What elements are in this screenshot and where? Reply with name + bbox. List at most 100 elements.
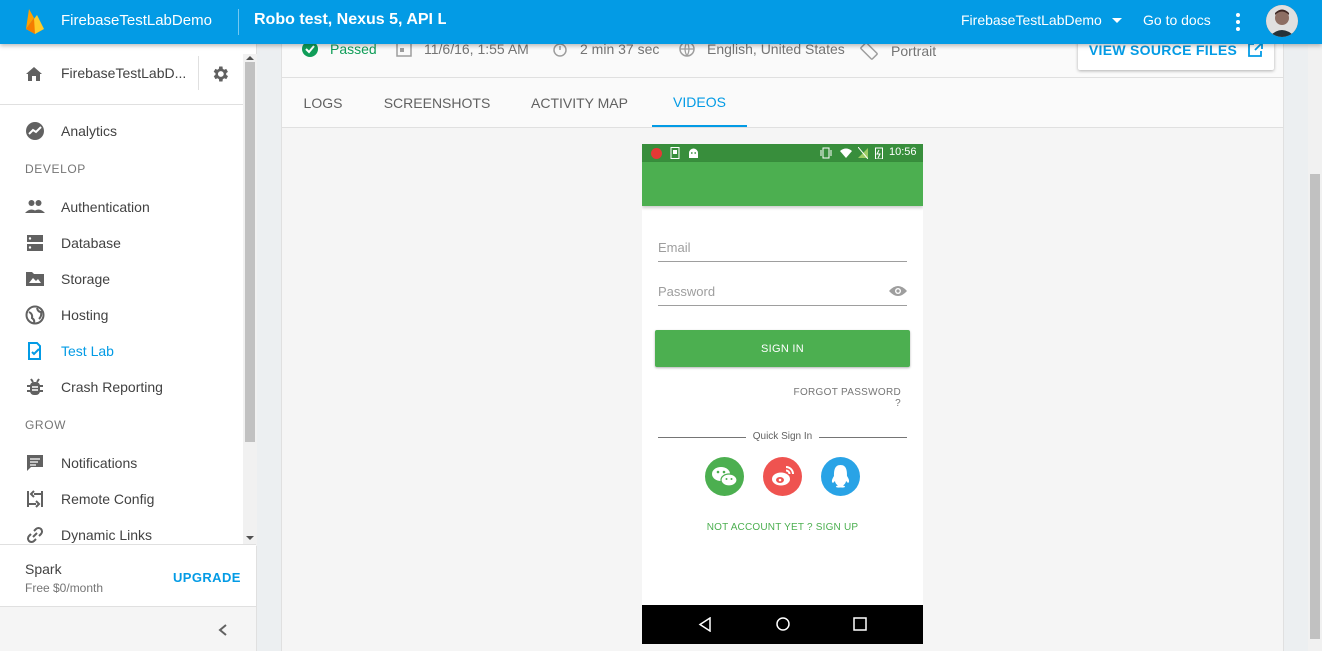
upgrade-button[interactable]: UPGRADE [173, 570, 241, 585]
sidebar-item-authentication[interactable]: Authentication [0, 189, 243, 225]
analytics-icon [26, 122, 44, 140]
remote-config-icon [27, 490, 43, 508]
device-nav-bar [642, 605, 923, 644]
email-field[interactable]: Email [658, 236, 907, 262]
view-source-files-label: VIEW SOURCE FILES [1088, 42, 1238, 58]
test-lab-icon [28, 342, 41, 360]
page-scrollbar[interactable] [1308, 44, 1322, 651]
battery-icon [875, 147, 883, 159]
wifi-icon [840, 148, 852, 158]
plan-price: Free $0/month [25, 581, 104, 595]
device-clock: 10:56 [889, 146, 917, 158]
sidebar-collapse-bar[interactable] [0, 606, 256, 651]
qq-icon [831, 465, 850, 488]
quick-sign-in-label: Quick Sign In [752, 431, 813, 442]
link-icon [26, 526, 44, 544]
sidebar-item-analytics[interactable]: Analytics [0, 113, 243, 149]
vibrate-icon [820, 147, 832, 159]
app-name[interactable]: FirebaseTestLabDemo [61, 12, 212, 29]
test-result-card: Passed 11/6/16, 1:55 AM 2 min 37 sec Eng… [281, 30, 1284, 651]
qq-button[interactable] [821, 457, 860, 496]
go-to-docs-link[interactable]: Go to docs [1143, 12, 1211, 28]
sidebar-item-label: Notifications [61, 455, 138, 471]
forgot-password-link[interactable]: FORGOT PASSWORD ? [792, 387, 901, 409]
device-app-bar [642, 162, 923, 206]
globe-icon [25, 305, 45, 325]
home-icon[interactable] [25, 65, 43, 83]
screen-rotation-icon [860, 42, 878, 60]
top-app-bar: FirebaseTestLabDemo Robo test, Nexus 5, … [0, 0, 1322, 44]
gear-icon[interactable] [210, 64, 230, 84]
sidebar-item-label: Authentication [61, 199, 150, 215]
sidebar-item-test-lab[interactable]: Test Lab [0, 333, 243, 369]
test-orientation-text: Portrait [891, 43, 937, 59]
section-develop: DEVELOP [25, 162, 86, 176]
password-field[interactable]: Password [658, 280, 907, 306]
avatar[interactable] [1266, 5, 1298, 37]
device-icon [670, 147, 680, 159]
sidebar-project-name[interactable]: FirebaseTestLabD... [61, 65, 186, 81]
tab-screenshots[interactable]: SCREENSHOTS [382, 78, 492, 127]
sidebar-item-label: Test Lab [61, 343, 114, 359]
plan-name: Spark [25, 561, 62, 577]
sidebar-item-label: Crash Reporting [61, 379, 163, 395]
tab-videos[interactable]: VIDEOS [652, 78, 747, 127]
sign-in-button[interactable]: SIGN IN [655, 330, 910, 367]
storage-icon [26, 272, 44, 286]
recents-icon[interactable] [853, 617, 867, 631]
sidebar-item-remote-config[interactable]: Remote Config [0, 481, 243, 517]
sidebar-item-database[interactable]: Database [0, 225, 243, 261]
scroll-down-icon[interactable] [246, 536, 254, 540]
message-icon [27, 455, 43, 471]
result-tabs: LOGS SCREENSHOTS ACTIVITY MAP VIDEOS [282, 78, 1283, 128]
database-icon [27, 235, 43, 251]
sidebar-item-label: Analytics [61, 123, 118, 139]
test-orientation: Portrait [859, 41, 936, 61]
page-scrollbar-thumb[interactable] [1310, 174, 1320, 639]
scroll-up-icon[interactable] [246, 56, 254, 60]
sidebar-item-label: Hosting [61, 307, 109, 323]
sidebar-item-notifications[interactable]: Notifications [0, 445, 243, 481]
sidebar-item-crash-reporting[interactable]: Crash Reporting [0, 369, 243, 405]
wechat-icon [712, 467, 738, 487]
signal-icon [858, 147, 868, 159]
sidebar-item-storage[interactable]: Storage [0, 261, 243, 297]
more-vert-icon[interactable] [1230, 12, 1246, 32]
record-indicator-icon [651, 148, 662, 159]
wechat-button[interactable] [705, 457, 744, 496]
sidebar-item-label: Storage [61, 271, 111, 287]
home-circle-icon[interactable] [775, 616, 791, 632]
plan-panel: Spark Free $0/month UPGRADE [0, 544, 256, 606]
chevron-left-icon[interactable] [217, 623, 229, 637]
device-video-frame[interactable]: 10:56 Email Password SIGN IN FORGOT PASS… [642, 144, 923, 644]
weibo-button[interactable] [763, 457, 802, 496]
page-title: Robo test, Nexus 5, API Level 23 [254, 11, 446, 28]
password-placeholder: Password [658, 284, 716, 299]
project-switcher-label: FirebaseTestLabDemo [961, 12, 1102, 28]
back-icon[interactable] [698, 617, 712, 632]
sidebar-item-label: Database [61, 235, 121, 251]
firebase-logo-icon [26, 9, 44, 34]
project-switcher[interactable]: FirebaseTestLabDemo [961, 12, 1122, 28]
visibility-icon[interactable] [889, 284, 907, 298]
bug-icon [27, 378, 43, 395]
sign-up-link[interactable]: NOT ACCOUNT YET ? SIGN UP [642, 522, 923, 533]
email-placeholder: Email [658, 240, 691, 255]
people-icon [25, 200, 45, 213]
weibo-icon [772, 466, 794, 486]
section-grow: GROW [25, 418, 67, 432]
sidebar-divider [0, 104, 243, 105]
device-status-bar: 10:56 [642, 144, 923, 162]
sidebar: FirebaseTestLabD... Analytics DEVELOP Au… [0, 44, 257, 651]
project-row-divider [198, 56, 199, 90]
open-in-new-icon [1248, 42, 1264, 57]
quick-sign-in-divider: Quick Sign In [658, 431, 907, 445]
sidebar-item-label: Remote Config [61, 491, 155, 507]
sidebar-item-hosting[interactable]: Hosting [0, 297, 243, 333]
sidebar-item-label: Dynamic Links [61, 527, 153, 543]
sidebar-scrollbar-thumb[interactable] [245, 62, 255, 442]
tab-logs[interactable]: LOGS [299, 78, 347, 127]
tab-activity-map[interactable]: ACTIVITY MAP [527, 78, 632, 127]
video-panel: 10:56 Email Password SIGN IN FORGOT PASS… [282, 128, 1283, 651]
android-icon [689, 148, 698, 158]
